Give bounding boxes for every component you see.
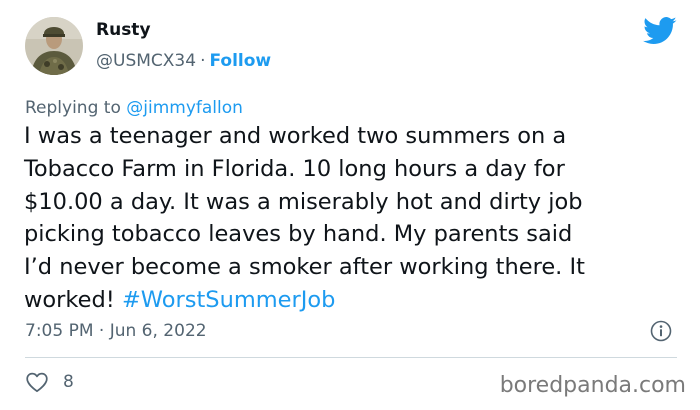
handle-separator: · [200, 51, 206, 71]
info-icon[interactable] [650, 320, 672, 342]
tweet-date: Jun 6, 2022 [109, 321, 207, 341]
avatar-image [25, 17, 83, 75]
heart-icon [26, 372, 48, 393]
user-handle[interactable]: @USMCX34 [96, 51, 196, 71]
divider [25, 357, 677, 358]
tweet-text-line: $10.00 a day. It was a miserably hot and… [24, 188, 583, 215]
hashtag-link[interactable]: #WorstSummerJob [122, 287, 336, 313]
reply-target-link[interactable]: @jimmyfallon [126, 98, 243, 118]
tweet-text-end: worked! [24, 286, 115, 313]
tweet-text-line: picking tobacco leaves by hand. My paren… [24, 221, 573, 248]
tweet-text-line: I was a teenager and worked two summers … [24, 123, 567, 149]
tweet-text: I was a teenager and worked two summers … [24, 120, 686, 317]
twitter-bird-icon[interactable] [643, 16, 677, 46]
tweet-text-line: I’d never become a smoker after working … [24, 254, 585, 281]
timestamp[interactable]: 7:05 PM · Jun 6, 2022 [25, 320, 207, 342]
reply-prefix: Replying to [25, 98, 121, 118]
tweet-text-line: Tobacco Farm in Florida. 10 long hours a… [24, 155, 565, 182]
handle-line: @USMCX34 · Follow [96, 50, 271, 72]
tweet-text-last-line: worked! #WorstSummerJob [24, 284, 686, 317]
display-name[interactable]: Rusty [96, 19, 271, 41]
timestamp-separator: · [98, 321, 105, 341]
watermark: boredpanda.com [499, 373, 686, 398]
user-info: Rusty @USMCX34 · Follow [96, 19, 271, 72]
reply-context: Replying to @jimmyfallon [25, 97, 243, 119]
like-count: 8 [63, 372, 74, 392]
follow-button[interactable]: Follow [209, 51, 271, 71]
tweet-card: Rusty @USMCX34 · Follow Replying to @jimmy… [0, 0, 700, 410]
like-button[interactable]: 8 [25, 371, 74, 393]
avatar[interactable] [25, 17, 83, 75]
tweet-time: 7:05 PM [25, 321, 94, 341]
